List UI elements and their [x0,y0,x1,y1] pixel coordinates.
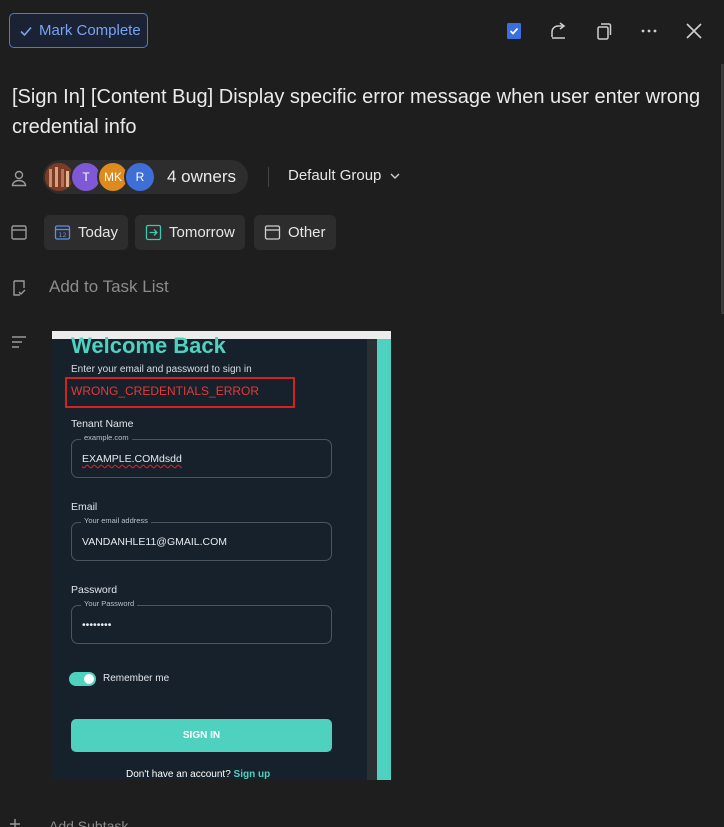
add-subtask-row[interactable]: Add Subtask [9,818,209,827]
sign-up-link: Sign up [233,769,271,780]
mark-complete-button[interactable]: Mark Complete [9,13,148,48]
mark-complete-label: Mark Complete [39,22,141,39]
calendar-arrow-icon [145,224,162,241]
bookmark-check-icon[interactable] [491,17,536,45]
signup-prompt: Don't have an account? Sign up [126,769,270,780]
tenant-legend: example.com [81,433,132,442]
error-message: WRONG_CREDENTIALS_ERROR [71,384,260,398]
today-button[interactable]: 12 Today [44,215,129,250]
password-legend: Your Password [81,599,138,608]
welcome-heading: Welcome Back [71,333,226,358]
password-label: Password [71,584,118,596]
divider [268,167,269,187]
remember-label: Remember me [103,673,170,684]
clipboard-check-icon [9,278,29,298]
tenant-value: EXAMPLE.COMdsdd [82,453,182,465]
share-icon[interactable] [536,17,581,45]
calendar-icon [9,222,29,242]
more-icon[interactable] [626,17,671,45]
toggle-knob [84,674,94,684]
tomorrow-button[interactable]: Tomorrow [135,215,245,250]
close-icon[interactable] [671,17,716,45]
copy-icon[interactable] [581,17,626,45]
calendar-today-icon: 12 [54,225,71,240]
screenshot-side-panel-edge [367,339,377,780]
person-icon [9,168,29,188]
email-legend: Your email address [81,516,151,525]
group-label: Default Group [288,167,382,184]
email-field: Your email address VANDANHLE11@GMAIL.COM [71,516,332,561]
calendar-icon [264,225,281,240]
header-actions [491,17,716,45]
other-label: Other [288,224,326,241]
password-value: •••••••• [82,619,112,631]
avatar-photo [45,163,73,191]
sign-in-button: SIGN IN [71,719,332,752]
other-date-button[interactable]: Other [254,215,336,250]
add-subtask-label: Add Subtask [49,818,129,827]
add-to-task-list[interactable]: Add to Task List [49,277,169,297]
task-title[interactable]: [Sign In] [Content Bug] Display specific… [12,82,702,142]
group-dropdown[interactable]: Default Group [288,167,401,184]
task-header-bar: Mark Complete [0,0,724,62]
attachment-screenshot[interactable]: Welcome Back Enter your email and passwo… [52,331,391,780]
password-field: Your Password •••••••• [71,599,332,644]
today-label: Today [78,224,119,241]
owners-selector[interactable]: T MK R 4 owners [43,160,248,194]
email-label: Email [71,501,98,513]
check-icon [20,26,32,36]
owners-count: 4 owners [167,167,236,186]
signin-subtitle: Enter your email and password to sign in [71,364,252,375]
email-value: VANDANHLE11@GMAIL.COM [82,536,228,548]
description-icon [9,332,29,352]
tenant-label: Tenant Name [71,418,134,430]
plus-icon [10,819,20,827]
no-account-text: Don't have an account? [126,769,231,780]
chevron-down-icon [390,173,400,179]
remember-toggle [69,672,96,686]
today-day-number: 12 [58,231,66,239]
avatar: R [124,161,156,193]
tenant-field: example.com EXAMPLE.COMdsdd [71,433,332,478]
tomorrow-label: Tomorrow [169,224,235,241]
